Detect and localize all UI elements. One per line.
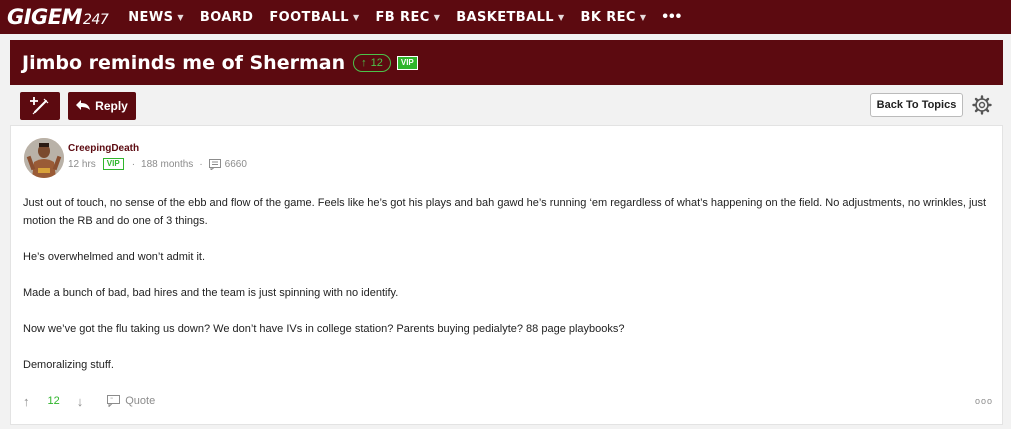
logo-number: 247: [83, 12, 109, 28]
thread-title-bar: Jimbo reminds me of Sherman ↑ 12 VIP: [10, 40, 1003, 85]
nav-item-label: FOOTBALL: [269, 9, 349, 25]
nav-more-button[interactable]: •••: [662, 8, 682, 26]
post-meta: 12 hrs VIP · 188 months · 6660: [68, 158, 253, 170]
chevron-down-icon: ▼: [639, 12, 647, 22]
site-logo[interactable]: GIGEM 247: [7, 5, 109, 29]
top-nav: GIGEM 247 NEWS ▼ BOARD FOOTBALL ▼ FB REC ▼ …: [0, 0, 1011, 34]
nav-item-bk-rec[interactable]: BK REC ▼: [581, 10, 647, 25]
post-time: 12 hrs: [68, 158, 96, 170]
author-vip-badge: VIP: [102, 158, 124, 170]
nav-item-football[interactable]: FOOTBALL ▼: [269, 10, 359, 25]
nav-item-news[interactable]: NEWS ▼: [128, 10, 184, 25]
thread-vote-count: 12: [370, 56, 383, 69]
thread-toolbar: Reply Back To Topics: [10, 86, 1003, 124]
svg-text:": ": [111, 398, 113, 404]
post-paragraph: Now we’ve got the flu taking us down? We…: [23, 323, 625, 335]
post-paragraph: Made a bunch of bad, bad hires and the t…: [23, 287, 399, 299]
nav-item-basketball[interactable]: BASKETBALL ▼: [456, 10, 564, 25]
chevron-down-icon: ▼: [433, 12, 441, 22]
reply-button[interactable]: Reply: [68, 92, 136, 120]
posts-icon: [208, 158, 221, 170]
logo-text: GIGEM: [7, 5, 83, 29]
quote-icon: ": [107, 395, 121, 407]
author-post-count: 6660: [224, 158, 247, 170]
post-vote-count: 12: [47, 395, 60, 407]
nav-item-label: BASKETBALL: [456, 9, 554, 25]
post-more-button[interactable]: ooo: [975, 396, 993, 406]
nav-item-label: BK REC: [580, 9, 636, 25]
chevron-down-icon: ▼: [177, 12, 184, 22]
nav-item-fb-rec[interactable]: FB REC ▼: [376, 10, 441, 25]
post-card: CreepingDeath 12 hrs VIP · 188 months · …: [10, 125, 1003, 425]
nav-item-label: NEWS: [128, 9, 174, 25]
post-body: Just out of touch, no sense of the ebb a…: [23, 194, 993, 392]
back-to-topics-button[interactable]: Back To Topics: [870, 93, 963, 117]
quote-button[interactable]: " Quote: [107, 395, 155, 407]
meta-dot: ·: [131, 158, 136, 170]
arrow-up-icon: ↑: [361, 56, 367, 69]
reply-arrow-icon: [76, 99, 91, 113]
quote-label: Quote: [125, 395, 156, 407]
post-count-group: 6660: [208, 158, 247, 170]
downvote-icon[interactable]: ↓: [77, 394, 84, 409]
nav-item-board[interactable]: BOARD: [200, 10, 253, 25]
meta-dot: ·: [199, 158, 203, 170]
post-footer: ↑ 12 ↓ " Quote ooo: [23, 391, 993, 411]
thread-title: Jimbo reminds me of Sherman: [22, 51, 346, 74]
thread-vote-badge: ↑ 12: [353, 53, 391, 72]
chevron-down-icon: ▼: [557, 12, 565, 22]
nav-item-label: BOARD: [199, 9, 254, 25]
avatar[interactable]: [24, 138, 64, 178]
upvote-icon[interactable]: ↑: [23, 394, 30, 409]
post-paragraph: Demoralizing stuff.: [23, 359, 114, 371]
post-paragraph: He’s overwhelmed and won’t admit it.: [23, 251, 205, 263]
reply-label: Reply: [95, 99, 128, 113]
post-author[interactable]: CreepingDeath: [68, 143, 139, 154]
nav-items: NEWS ▼ BOARD FOOTBALL ▼ FB REC ▼ BASKETBALL…: [128, 8, 682, 26]
chevron-down-icon: ▼: [352, 12, 360, 22]
nav-item-label: FB REC: [375, 9, 430, 25]
author-tenure: 188 months: [141, 158, 194, 170]
gear-icon[interactable]: [972, 95, 992, 115]
pencil-plus-icon: [30, 97, 49, 115]
vip-badge: VIP: [396, 55, 418, 70]
post-paragraph: Just out of touch, no sense of the ebb a…: [23, 197, 987, 227]
new-topic-button[interactable]: [20, 92, 60, 120]
